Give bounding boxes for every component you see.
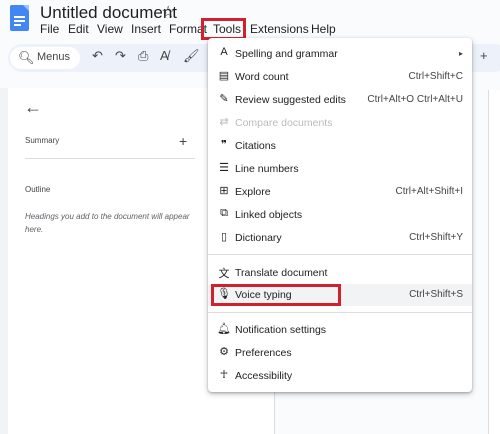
document-page[interactable]: [488, 90, 500, 434]
docs-logo-icon[interactable]: [10, 5, 29, 31]
menu-edit[interactable]: Edit: [68, 22, 89, 36]
menu-item-label: Linked objects: [235, 209, 303, 221]
explore-icon: ⊞: [219, 185, 229, 197]
redo-icon[interactable]: ↷: [115, 48, 126, 64]
spellcheck-toolbar-icon[interactable]: A̸: [160, 48, 169, 63]
accessibility-icon: ☥: [219, 369, 229, 381]
add-summary-icon[interactable]: +: [179, 133, 187, 149]
spellcheck-icon: A: [220, 46, 228, 58]
menu-item-label: Spelling and grammar: [235, 48, 338, 60]
menu-item-shortcut: Ctrl+Alt+O Ctrl+Alt+U: [367, 94, 463, 105]
document-title[interactable]: Untitled document: [40, 3, 177, 23]
menu-file[interactable]: File: [40, 22, 59, 36]
menu-item-linked-objects[interactable]: ⧉ Linked objects: [208, 204, 472, 226]
line-numbers-icon: ☰: [219, 162, 229, 174]
menu-item-word-count[interactable]: ▤ Word count Ctrl+Shift+C: [208, 66, 472, 88]
menu-item-shortcut: Ctrl+Alt+Shift+I: [395, 186, 463, 197]
increase-font-icon[interactable]: +: [480, 48, 488, 63]
outline-label: Outline: [25, 185, 51, 194]
menu-item-line-numbers[interactable]: ☰ Line numbers: [208, 158, 472, 180]
menu-item-label: Compare documents: [235, 117, 333, 129]
menu-item-label: Review suggested edits: [235, 94, 346, 106]
preferences-icon: ⚙: [219, 346, 229, 358]
star-icon[interactable]: ☆: [161, 2, 175, 22]
menu-separator: [208, 312, 472, 313]
search-menus-button[interactable]: 🔍︎ Menus: [10, 47, 80, 69]
vertical-ruler: [0, 88, 8, 434]
menu-item-label: Line numbers: [235, 163, 299, 175]
translate-icon: 文: [218, 268, 230, 280]
menu-item-compare-documents: ⇄ Compare documents: [208, 112, 472, 134]
menu-help[interactable]: Help: [311, 22, 336, 36]
menu-item-review-suggested-edits[interactable]: ✎ Review suggested edits Ctrl+Alt+O Ctrl…: [208, 89, 472, 111]
menu-item-label: Citations: [235, 140, 276, 152]
menu-item-shortcut: Ctrl+Shift+Y: [409, 232, 463, 243]
back-arrow-icon[interactable]: ←: [24, 97, 42, 118]
menu-item-label: Translate document: [235, 267, 328, 279]
menu-extensions[interactable]: Extensions: [250, 22, 309, 36]
menu-separator: [208, 254, 472, 255]
undo-icon[interactable]: ↶: [92, 48, 103, 64]
menu-item-citations[interactable]: ❞ Citations: [208, 135, 472, 157]
tools-menu: A Spelling and grammar ▸ ▤ Word count Ct…: [208, 38, 472, 392]
menu-item-label: Notification settings: [235, 324, 327, 336]
divider: [25, 158, 195, 159]
menu-insert[interactable]: Insert: [131, 22, 161, 36]
quote-icon: ❞: [221, 139, 227, 151]
menu-view[interactable]: View: [97, 22, 123, 36]
menu-item-spelling-grammar[interactable]: A Spelling and grammar ▸: [208, 43, 472, 65]
linked-objects-icon: ⧉: [220, 207, 228, 219]
menu-item-shortcut: Ctrl+Shift+S: [409, 289, 463, 300]
menu-item-label: Preferences: [235, 347, 292, 359]
menu-item-translate-document[interactable]: 文 Translate document: [208, 262, 472, 284]
search-icon: 🔍︎: [18, 50, 35, 65]
menu-item-preferences[interactable]: ⚙ Preferences: [208, 342, 472, 364]
tools-highlight-box: [201, 18, 246, 40]
review-edits-icon: ✎: [219, 93, 229, 105]
dictionary-icon: ▯: [220, 231, 228, 243]
menu-item-notification-settings[interactable]: 🔔︎ Notification settings: [208, 319, 472, 341]
submenu-arrow-icon: ▸: [458, 49, 463, 58]
word-count-icon: ▤: [218, 70, 230, 82]
compare-icon: ⇄: [219, 116, 229, 128]
menu-item-label: Accessibility: [235, 370, 293, 382]
print-icon[interactable]: ⎙: [138, 48, 148, 64]
menu-item-label: Word count: [235, 71, 289, 83]
search-menus-label: Menus: [37, 51, 71, 63]
menu-item-explore[interactable]: ⊞ Explore Ctrl+Alt+Shift+I: [208, 181, 472, 203]
menu-item-accessibility[interactable]: ☥ Accessibility: [208, 365, 472, 387]
menu-item-label: Dictionary: [235, 232, 282, 244]
summary-label: Summary: [25, 136, 60, 145]
paint-format-icon[interactable]: 🖌︎: [183, 48, 200, 64]
voice-typing-highlight-box: [211, 284, 341, 306]
bell-icon: 🔔︎: [217, 323, 231, 335]
menu-item-label: Explore: [235, 186, 271, 198]
outline-hint: Headings you add to the document will ap…: [25, 212, 190, 234]
menu-item-shortcut: Ctrl+Shift+C: [408, 71, 463, 82]
menu-item-dictionary[interactable]: ▯ Dictionary Ctrl+Shift+Y: [208, 227, 472, 249]
